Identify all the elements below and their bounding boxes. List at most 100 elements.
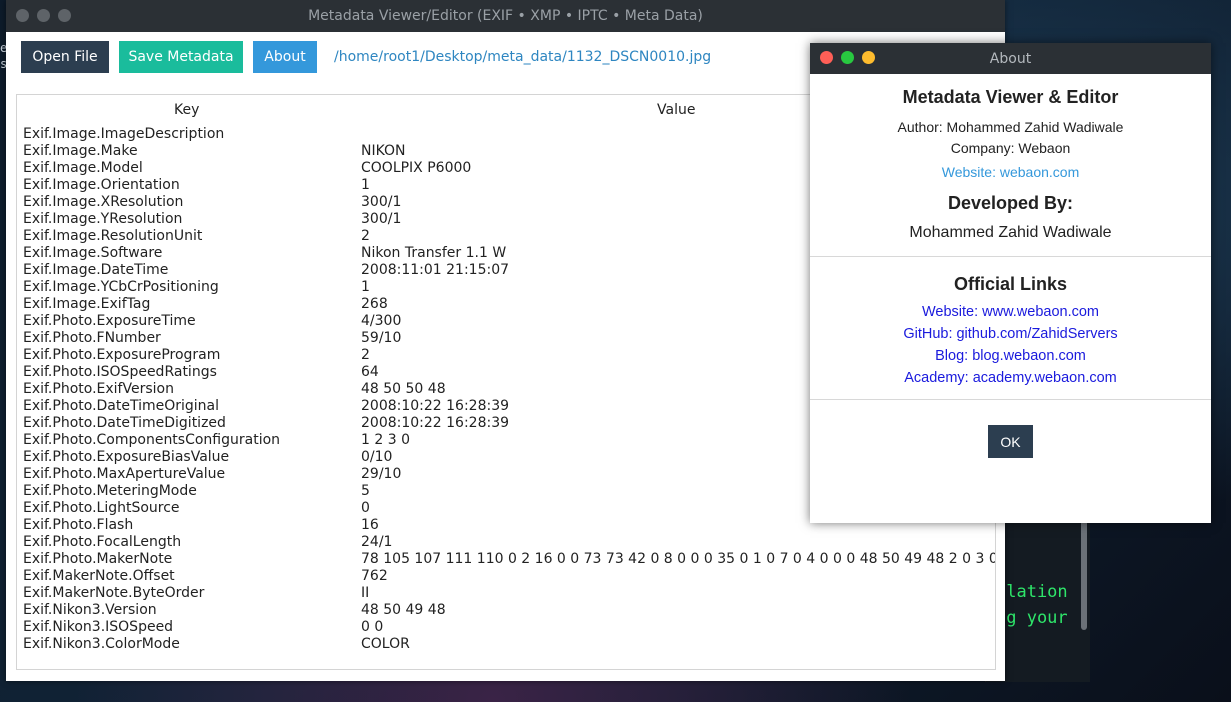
about-company: Company: Webaon <box>950 140 1071 156</box>
table-row[interactable]: Exif.Nikon3.Version 48 50 49 48 <box>23 602 995 619</box>
cell-key: Exif.Photo.MaxApertureValue <box>23 466 226 482</box>
table-row[interactable]: Exif.Nikon3.ColorMode COLOR <box>23 636 995 653</box>
link-blog[interactable]: Blog: blog.webaon.com <box>810 345 1211 367</box>
maximize-dialog-button[interactable] <box>841 51 854 64</box>
cell-key: Exif.Photo.DateTimeDigitized <box>23 415 226 431</box>
cell-value[interactable]: 4/300 <box>361 313 401 329</box>
table-row[interactable]: Exif.MakerNote.ByteOrder II <box>23 585 995 602</box>
terminal-line: ng your <box>996 608 1068 628</box>
cell-value[interactable]: 2 <box>361 347 370 363</box>
cell-value[interactable]: COLOR <box>361 636 410 652</box>
cell-value[interactable]: 1 <box>361 279 370 295</box>
table-row[interactable]: Exif.MakerNote.Offset 762 <box>23 568 995 585</box>
developed-by-heading: Developed By: <box>947 193 1074 213</box>
cell-key: Exif.Image.DateTime <box>23 262 169 278</box>
terminal-scrollbar[interactable] <box>1081 520 1087 630</box>
table-row[interactable]: Exif.Nikon3.ISOSpeed 0 0 <box>23 619 995 636</box>
cell-value[interactable]: 59/10 <box>361 330 401 346</box>
link-github[interactable]: GitHub: github.com/ZahidServers <box>810 323 1211 345</box>
developer-name: Mohammed Zahid Wadiwale <box>909 224 1112 241</box>
cell-value[interactable]: NIKON <box>361 143 406 159</box>
cell-key: Exif.MakerNote.Offset <box>23 568 175 584</box>
cell-key: Exif.Photo.DateTimeOriginal <box>23 398 220 414</box>
save-metadata-button[interactable]: Save Metadata <box>119 41 243 73</box>
close-window-button[interactable] <box>16 9 29 22</box>
cell-key: Exif.Image.Software <box>23 245 163 261</box>
cell-key: Exif.Nikon3.ColorMode <box>23 636 180 652</box>
cell-key: Exif.Photo.ComponentsConfiguration <box>23 432 281 448</box>
column-header-value[interactable]: Value <box>657 102 695 118</box>
cell-value[interactable]: II <box>361 585 369 601</box>
cell-value[interactable]: 29/10 <box>361 466 401 482</box>
cell-key: Exif.Photo.ExifVersion <box>23 381 174 397</box>
cell-value[interactable]: 78 105 107 111 110 0 2 16 0 0 73 73 42 0… <box>361 551 995 567</box>
about-titlebar[interactable]: About <box>810 43 1211 74</box>
cell-value[interactable]: Nikon Transfer 1.1 W <box>361 245 506 261</box>
file-path-label: /home/root1/Desktop/meta_data/1132_DSCN0… <box>334 49 712 65</box>
official-links-heading: Official Links <box>953 274 1068 294</box>
about-app-name: Metadata Viewer & Editor <box>902 87 1119 107</box>
cell-value[interactable]: 1 <box>361 177 370 193</box>
cell-value[interactable]: 1 2 3 0 <box>361 432 410 448</box>
cell-value[interactable]: 268 <box>361 296 388 312</box>
cell-key: Exif.Photo.Flash <box>23 517 134 533</box>
cell-key: Exif.Image.YCbCrPositioning <box>23 279 219 295</box>
cell-value[interactable]: 300/1 <box>361 194 401 210</box>
cell-key: Exif.Photo.FocalLength <box>23 534 182 550</box>
table-row[interactable]: Exif.Photo.FocalLength 24/1 <box>23 534 995 551</box>
link-website[interactable]: Website: www.webaon.com <box>810 301 1211 323</box>
ok-button[interactable]: OK <box>988 425 1033 458</box>
cell-key: Exif.Image.Orientation <box>23 177 180 193</box>
cell-key: Exif.Photo.ExposureProgram <box>23 347 221 363</box>
cell-value[interactable]: COOLPIX P6000 <box>361 160 471 176</box>
cell-value[interactable]: 24/1 <box>361 534 392 550</box>
cell-value[interactable]: 16 <box>361 517 379 533</box>
divider <box>810 256 1211 257</box>
terminal-line: llation <box>996 582 1068 602</box>
divider <box>810 399 1211 400</box>
window-title: Metadata Viewer/Editor (EXIF • XMP • IPT… <box>308 8 703 24</box>
cell-value[interactable]: 2008:11:01 21:15:07 <box>361 262 509 278</box>
cell-key: Exif.Photo.FNumber <box>23 330 161 346</box>
cell-value[interactable]: 5 <box>361 483 370 499</box>
cell-value[interactable]: 762 <box>361 568 388 584</box>
cell-key: Exif.Photo.LightSource <box>23 500 180 516</box>
about-dialog: About Metadata Viewer & Editor Author: M… <box>810 43 1211 523</box>
window-controls <box>16 9 71 22</box>
cell-value[interactable]: 48 50 50 48 <box>361 381 446 397</box>
cell-key: Exif.Photo.ExposureBiasValue <box>23 449 230 465</box>
column-header-key[interactable]: Key <box>174 102 199 118</box>
cell-key: Exif.Photo.MakerNote <box>23 551 173 567</box>
table-row[interactable]: Exif.Photo.MakerNote 78 105 107 111 110 0… <box>23 551 995 568</box>
cell-value[interactable]: 0 0 <box>361 619 383 635</box>
cell-value[interactable]: 48 50 49 48 <box>361 602 446 618</box>
maximize-window-button[interactable] <box>58 9 71 22</box>
cell-key: Exif.Nikon3.Version <box>23 602 157 618</box>
about-button[interactable]: About <box>253 41 317 73</box>
cell-key: Exif.Photo.ISOSpeedRatings <box>23 364 217 380</box>
cell-value[interactable]: 2008:10:22 16:28:39 <box>361 398 509 414</box>
cell-key: Exif.Image.ExifTag <box>23 296 151 312</box>
cell-key: Exif.Photo.ExposureTime <box>23 313 196 329</box>
about-website-link[interactable]: Website: webaon.com <box>810 164 1211 180</box>
cell-value[interactable]: 64 <box>361 364 379 380</box>
cell-value[interactable]: 0/10 <box>361 449 392 465</box>
cell-value[interactable]: 300/1 <box>361 211 401 227</box>
cell-value[interactable]: 2 <box>361 228 370 244</box>
cell-key: Exif.Image.Model <box>23 160 143 176</box>
cell-key: Exif.Image.ResolutionUnit <box>23 228 203 244</box>
cell-key: Exif.Image.Make <box>23 143 138 159</box>
cell-key: Exif.Photo.MeteringMode <box>23 483 197 499</box>
close-dialog-button[interactable] <box>820 51 833 64</box>
open-file-button[interactable]: Open File <box>21 41 109 73</box>
cell-key: Exif.MakerNote.ByteOrder <box>23 585 205 601</box>
link-academy[interactable]: Academy: academy.webaon.com <box>810 367 1211 389</box>
minimize-window-button[interactable] <box>37 9 50 22</box>
official-links-list: Website: www.webaon.com GitHub: github.c… <box>810 301 1211 389</box>
main-titlebar[interactable]: Metadata Viewer/Editor (EXIF • XMP • IPT… <box>6 0 1005 32</box>
cell-value[interactable]: 2008:10:22 16:28:39 <box>361 415 509 431</box>
minimize-dialog-button[interactable] <box>862 51 875 64</box>
cell-value[interactable]: 0 <box>361 500 370 516</box>
dialog-controls <box>820 51 875 64</box>
cell-key: Exif.Image.YResolution <box>23 211 183 227</box>
